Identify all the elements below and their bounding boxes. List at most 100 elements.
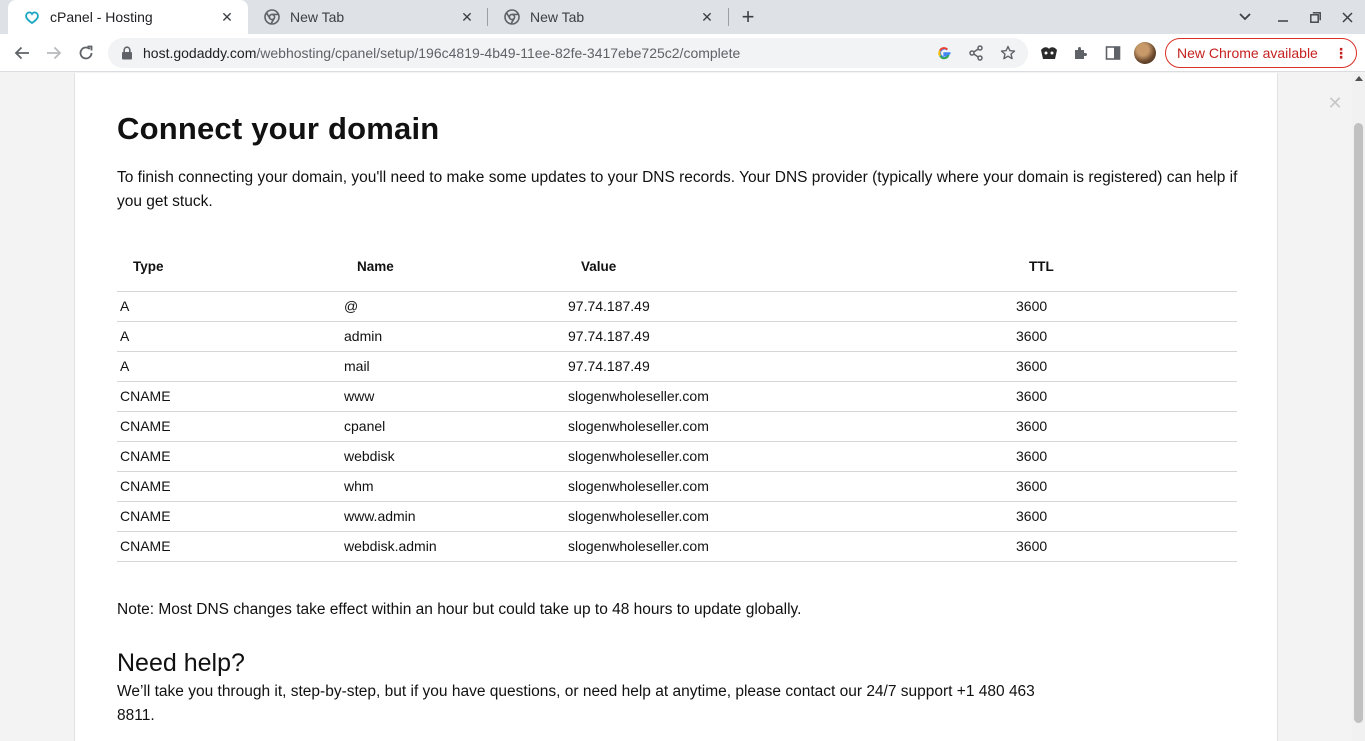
page-scrollbar[interactable] [1352,73,1365,741]
table-row: CNAME whm slogenwholeseller.com 3600 [117,471,1237,502]
scrollbar-thumb[interactable] [1354,123,1363,723]
restore-icon[interactable] [1299,0,1331,34]
lock-icon[interactable] [120,46,134,60]
cell-type: CNAME [117,441,341,472]
cell-name: cpanel [341,411,565,442]
cell-ttl: 3600 [1013,501,1237,532]
dns-propagation-note: Note: Most DNS changes take effect withi… [117,601,802,618]
cell-name: whm [341,471,565,502]
table-row: CNAME webdisk slogenwholeseller.com 3600 [117,441,1237,472]
reload-icon[interactable] [72,39,100,67]
tab-new-tab-1[interactable]: New Tab ✕ [248,0,488,34]
tab-close-icon[interactable]: ✕ [218,8,236,26]
table-row: A admin 97.74.187.49 3600 [117,321,1237,352]
google-lens-icon[interactable] [935,44,953,62]
side-panel-icon[interactable] [1103,43,1123,63]
help-heading: Need help? [117,649,245,677]
column-header-value: Value [565,243,1013,292]
url-text: host.godaddy.com/webhosting/cpanel/setup… [143,45,740,61]
cell-value: slogenwholeseller.com [565,531,1013,562]
profile-avatar[interactable] [1134,42,1156,64]
window-close-icon[interactable] [1331,0,1363,34]
cell-ttl: 3600 [1013,411,1237,442]
address-bar[interactable]: host.godaddy.com/webhosting/cpanel/setup… [108,38,1028,68]
tab-new-tab-2[interactable]: New Tab ✕ [488,0,728,34]
cell-type: CNAME [117,471,341,502]
browser-toolbar: host.godaddy.com/webhosting/cpanel/setup… [0,34,1365,72]
chrome-icon [504,9,520,25]
extension-icon[interactable] [1039,43,1059,63]
cell-type: A [117,291,341,322]
back-arrow-icon[interactable] [8,39,36,67]
cell-ttl: 3600 [1013,351,1237,382]
cell-name: webdisk.admin [341,531,565,562]
more-menu-icon[interactable]: ⋮ [1334,45,1348,61]
url-path: /webhosting/cpanel/setup/196c4819-4b49-1… [256,45,741,61]
table-row: CNAME webdisk.admin slogenwholeseller.co… [117,531,1237,562]
cell-value: 97.74.187.49 [565,321,1013,352]
tab-separator [728,8,729,26]
url-host: host.godaddy.com [143,45,257,61]
tab-title: cPanel - Hosting [50,9,153,25]
cell-ttl: 3600 [1013,441,1237,472]
update-label: New Chrome available [1177,45,1318,61]
modal-close-icon[interactable]: ✕ [1327,93,1343,113]
cell-name: www.admin [341,501,565,532]
page-title: Connect your domain [117,111,440,146]
share-icon[interactable] [967,44,985,62]
cell-ttl: 3600 [1013,381,1237,412]
cell-type: A [117,351,341,382]
tab-cpanel-hosting[interactable]: cPanel - Hosting ✕ [8,0,248,34]
cell-type: CNAME [117,531,341,562]
intro-text: To finish connecting your domain, you'll… [117,169,1238,210]
cell-value: 97.74.187.49 [565,291,1013,322]
table-header-row: Type Name Value TTL [117,243,1237,292]
cell-value: slogenwholeseller.com [565,501,1013,532]
cell-type: A [117,321,341,352]
tab-title: New Tab [530,9,585,25]
forward-arrow-icon[interactable] [40,39,68,67]
tab-title: New Tab [290,9,345,25]
cell-type: CNAME [117,501,341,532]
cell-ttl: 3600 [1013,531,1237,562]
table-row: A @ 97.74.187.49 3600 [117,291,1237,322]
table-row: CNAME www slogenwholeseller.com 3600 [117,381,1237,412]
cell-name: @ [341,291,565,322]
table-row: CNAME cpanel slogenwholeseller.com 3600 [117,411,1237,442]
scroll-up-arrow-icon[interactable] [1355,76,1363,81]
column-header-name: Name [341,243,565,292]
cell-ttl: 3600 [1013,471,1237,502]
table-row: CNAME www.admin slogenwholeseller.com 36… [117,501,1237,532]
cell-value: slogenwholeseller.com [565,441,1013,472]
cell-value: 97.74.187.49 [565,351,1013,382]
new-chrome-available-button[interactable]: New Chrome available ⋮ [1165,38,1357,68]
chrome-icon [264,9,280,25]
page-viewport: Connect your domain To finish connecting… [0,73,1352,741]
cpanel-icon [24,9,40,25]
cell-type: CNAME [117,381,341,412]
tab-strip: cPanel - Hosting ✕ New Tab ✕ New Tab ✕ + [0,0,1365,34]
cell-value: slogenwholeseller.com [565,381,1013,412]
connect-domain-card: Connect your domain To finish connecting… [74,73,1278,741]
new-tab-plus-icon[interactable]: + [736,4,760,29]
cell-name: mail [341,351,565,382]
minimize-icon[interactable] [1267,0,1299,34]
dns-records-table: Type Name Value TTL A @ 97.74.187.49 360… [117,243,1237,562]
column-header-ttl: TTL [1013,243,1237,292]
cell-value: slogenwholeseller.com [565,471,1013,502]
help-text: We’ll take you through it, step-by-step,… [117,683,1035,724]
extensions-puzzle-icon[interactable] [1071,43,1091,63]
cell-ttl: 3600 [1013,291,1237,322]
tab-close-icon[interactable]: ✕ [458,8,476,26]
cell-type: CNAME [117,411,341,442]
tab-search-chevron-icon[interactable] [1229,0,1261,34]
cell-ttl: 3600 [1013,321,1237,352]
bookmark-star-icon[interactable] [999,44,1017,62]
cell-name: admin [341,321,565,352]
tab-close-icon[interactable]: ✕ [698,8,716,26]
cell-name: www [341,381,565,412]
table-row: A mail 97.74.187.49 3600 [117,351,1237,382]
cell-name: webdisk [341,441,565,472]
column-header-type: Type [117,243,341,292]
cell-value: slogenwholeseller.com [565,411,1013,442]
